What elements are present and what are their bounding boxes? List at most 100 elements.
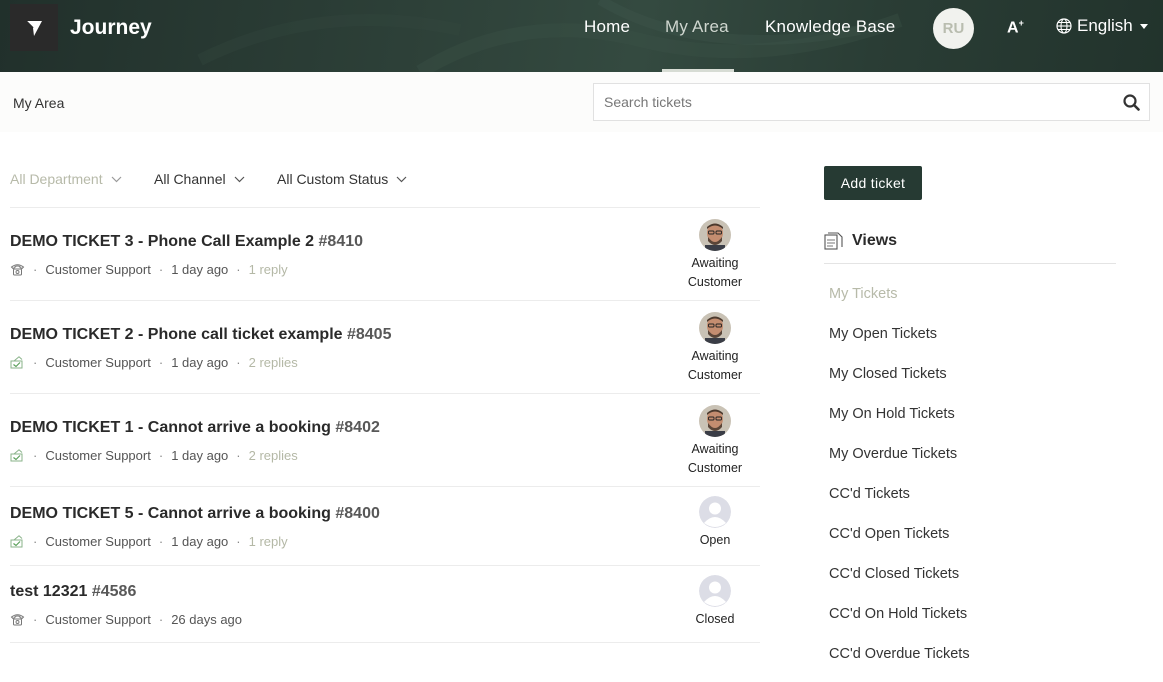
ticket-status: Awaiting Customer [680, 219, 750, 292]
ticket-title[interactable]: DEMO TICKET 2 - Phone call ticket exampl… [10, 326, 391, 344]
document-views-icon [824, 232, 843, 250]
ticket-number: #8400 [335, 505, 380, 522]
status-line-1: Open [699, 533, 731, 547]
views-header: Views [824, 232, 897, 250]
custom-status-filter[interactable]: All Custom Status [277, 171, 407, 187]
ticket-title[interactable]: DEMO TICKET 3 - Phone Call Example 2 #84… [10, 233, 363, 251]
ticket-replies: 2 replies [248, 448, 298, 463]
language-selector[interactable]: English [1056, 16, 1148, 36]
ticket-title-text: DEMO TICKET 1 - Cannot arrive a booking [10, 419, 331, 436]
ticket-row[interactable]: DEMO TICKET 1 - Cannot arrive a booking … [10, 393, 760, 486]
view-my-tickets[interactable]: My Tickets [829, 286, 970, 326]
user-avatar[interactable]: RU [933, 8, 974, 49]
status-line-2: Customer [687, 368, 743, 382]
ticket-row[interactable]: DEMO TICKET 3 - Phone Call Example 2 #84… [10, 207, 760, 300]
ticket-title-text: DEMO TICKET 2 - Phone call ticket exampl… [10, 326, 343, 343]
brand-logo[interactable] [10, 4, 58, 51]
accessibility-label: A [1007, 19, 1019, 37]
view-ccd-closed-tickets[interactable]: CC'd Closed Tickets [829, 566, 970, 606]
ticket-meta: · Customer Support · 1 day ago · 1 reply [10, 262, 288, 277]
ticket-meta: · Customer Support · 1 day ago · 2 repli… [10, 448, 298, 463]
status-label: Open [680, 531, 750, 550]
views-list: My Tickets My Open Tickets My Closed Tic… [829, 286, 970, 682]
ticket-time: 1 day ago [171, 355, 229, 370]
globe-icon [1056, 18, 1072, 34]
ticket-title[interactable]: DEMO TICKET 1 - Cannot arrive a booking … [10, 419, 380, 437]
view-ccd-overdue-tickets[interactable]: CC'd Overdue Tickets [829, 646, 970, 682]
phone-icon [10, 614, 25, 626]
agent-avatar [699, 312, 731, 344]
paper-plane-logo-icon [25, 19, 42, 36]
ticket-time: 26 days ago [171, 612, 243, 627]
ticket-replies: 1 reply [248, 534, 288, 549]
ticket-status: Awaiting Customer [680, 405, 750, 478]
status-line-2: Customer [687, 461, 743, 475]
agent-avatar [699, 219, 731, 251]
ticket-status: Awaiting Customer [680, 312, 750, 385]
status-line-1: Awaiting [691, 256, 739, 270]
view-ccd-open-tickets[interactable]: CC'd Open Tickets [829, 526, 970, 566]
ticket-row[interactable]: DEMO TICKET 5 - Cannot arrive a booking … [10, 486, 760, 565]
ticket-number: #8402 [335, 419, 380, 436]
status-line-1: Closed [695, 612, 735, 626]
view-my-closed-tickets[interactable]: My Closed Tickets [829, 366, 970, 406]
ticket-department: Customer Support [45, 534, 151, 549]
status-line-1: Awaiting [691, 442, 739, 456]
ticket-title-text: DEMO TICKET 3 - Phone Call Example 2 [10, 233, 315, 250]
add-ticket-button[interactable]: Add ticket [824, 166, 922, 200]
ticket-title[interactable]: test 12321 #4586 [10, 583, 136, 601]
ticket-list: DEMO TICKET 3 - Phone Call Example 2 #84… [10, 207, 760, 643]
ticket-replies: 1 reply [248, 262, 288, 277]
department-filter-label: All Department [10, 171, 103, 187]
ticket-title-text: DEMO TICKET 5 - Cannot arrive a booking [10, 505, 331, 522]
ticket-meta: · Customer Support · 1 day ago · 2 repli… [10, 355, 298, 370]
status-label: Awaiting Customer [680, 440, 750, 478]
ticket-row[interactable]: DEMO TICKET 2 - Phone call ticket exampl… [10, 300, 760, 393]
web-form-icon [10, 535, 23, 548]
department-filter[interactable]: All Department [10, 171, 122, 187]
search-input[interactable] [594, 84, 1114, 120]
chevron-down-icon [111, 176, 122, 182]
views-divider [824, 263, 1116, 264]
nav-my-area[interactable]: My Area [665, 17, 729, 37]
status-label: Closed [680, 610, 750, 629]
web-form-icon [10, 356, 23, 369]
ticket-number: #8405 [346, 326, 392, 343]
language-label: English [1077, 16, 1133, 35]
ticket-title[interactable]: DEMO TICKET 5 - Cannot arrive a booking … [10, 505, 380, 523]
nav-knowledge-base[interactable]: Knowledge Base [765, 17, 895, 37]
ticket-department: Customer Support [45, 448, 151, 463]
status-line-1: Awaiting [691, 349, 739, 363]
status-line-2: Customer [687, 275, 743, 289]
ticket-department: Customer Support [45, 612, 151, 627]
ticket-number: #4586 [91, 583, 137, 600]
view-ccd-on-hold-tickets[interactable]: CC'd On Hold Tickets [829, 606, 970, 646]
view-ccd-tickets[interactable]: CC'd Tickets [829, 486, 970, 526]
chevron-down-icon [396, 176, 407, 182]
sub-header: My Area [0, 72, 1163, 132]
ticket-number: #8410 [318, 233, 364, 250]
search-icon[interactable] [1123, 94, 1140, 111]
top-header: Journey Home My Area Knowledge Base RU A… [0, 0, 1163, 72]
ticket-status: Closed [680, 575, 750, 629]
ticket-title-text: test 12321 [10, 583, 88, 600]
views-title: Views [852, 232, 898, 249]
view-my-open-tickets[interactable]: My Open Tickets [829, 326, 970, 366]
ticket-time: 1 day ago [171, 448, 229, 463]
status-label: Awaiting Customer [680, 347, 750, 385]
channel-filter-label: All Channel [154, 171, 226, 187]
ticket-time: 1 day ago [171, 262, 229, 277]
channel-filter[interactable]: All Channel [154, 171, 245, 187]
ticket-meta: · Customer Support · 1 day ago · 1 reply [10, 534, 288, 549]
nav-home[interactable]: Home [584, 17, 630, 37]
default-avatar [699, 575, 731, 607]
view-my-on-hold-tickets[interactable]: My On Hold Tickets [829, 406, 970, 446]
ticket-meta: · Customer Support · 26 days ago [10, 612, 242, 627]
breadcrumb[interactable]: My Area [13, 95, 64, 111]
brand-name[interactable]: Journey [70, 16, 152, 40]
header-background-pattern [197, 0, 903, 72]
view-my-overdue-tickets[interactable]: My Overdue Tickets [829, 446, 970, 486]
ticket-row[interactable]: test 12321 #4586 · Customer Support · 26… [10, 565, 760, 643]
accessibility-toggle[interactable]: A+ [1007, 18, 1024, 37]
ticket-department: Customer Support [45, 262, 151, 277]
